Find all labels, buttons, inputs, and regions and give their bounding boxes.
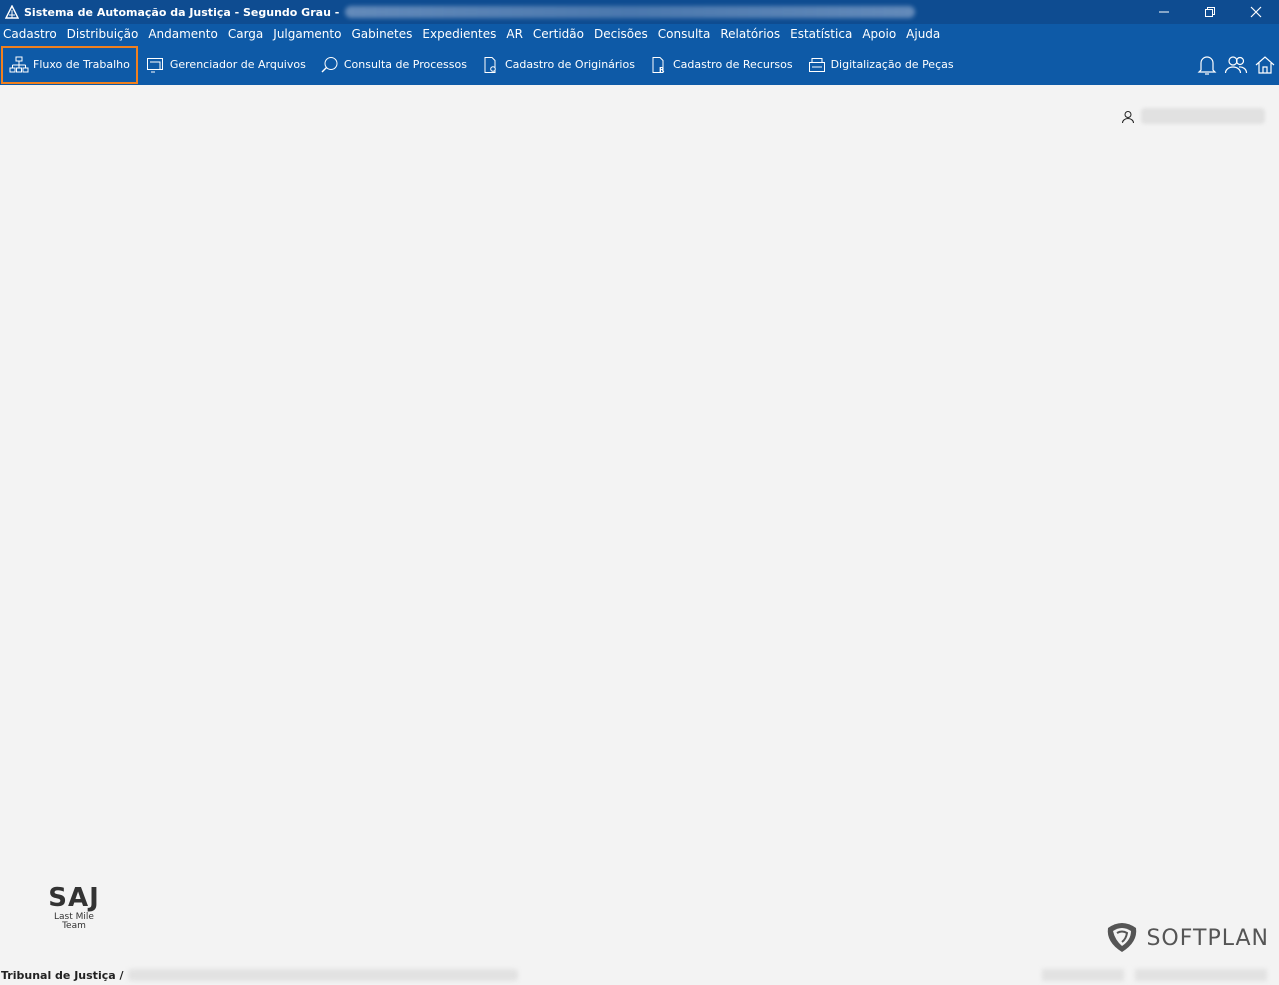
menu-bar: Cadastro Distribuição Andamento Carga Ju… <box>0 24 1279 44</box>
digitalizacao-de-pecas-button[interactable]: Digitalização de Peças <box>801 46 960 84</box>
bell-icon[interactable] <box>1192 50 1221 80</box>
consulta-de-processos-button[interactable]: Consulta de Processos <box>314 46 473 84</box>
consulta-de-processos-label: Consulta de Processos <box>343 58 467 71</box>
search-process-icon <box>320 55 340 75</box>
saj-subtitle-2: Team <box>62 921 86 931</box>
menu-ajuda[interactable]: Ajuda <box>906 27 940 41</box>
minimize-icon[interactable] <box>1141 0 1187 24</box>
status-right-redacted-2 <box>1135 969 1267 981</box>
softplan-logo: SOFTPLAN <box>1104 918 1269 958</box>
scanner-icon <box>807 55 827 75</box>
cadastro-de-recursos-button[interactable]: R Cadastro de Recursos <box>643 46 799 84</box>
cadastro-de-originarios-button[interactable]: Cadastro de Originários <box>475 46 641 84</box>
status-bar: Tribunal de Justiça / <box>0 965 1279 985</box>
workflow-icon <box>9 55 29 75</box>
gerenciador-de-arquivos-button[interactable]: Gerenciador de Arquivos <box>140 46 312 84</box>
menu-consulta[interactable]: Consulta <box>658 27 711 41</box>
close-icon[interactable] <box>1233 0 1279 24</box>
gerenciador-de-arquivos-label: Gerenciador de Arquivos <box>169 58 306 71</box>
logged-user <box>1121 108 1265 124</box>
window-controls <box>1141 0 1279 24</box>
status-court-redacted <box>127 969 518 981</box>
menu-certidao[interactable]: Certidão <box>533 27 584 41</box>
menu-expedientes[interactable]: Expedientes <box>422 27 496 41</box>
menu-decisoes[interactable]: Decisões <box>594 27 648 41</box>
home-icon[interactable] <box>1250 50 1279 80</box>
cadastro-de-originarios-label: Cadastro de Originários <box>504 58 635 71</box>
window-title-redacted <box>345 6 916 18</box>
softplan-mark-icon <box>1104 918 1140 958</box>
cadastro-de-recursos-label: Cadastro de Recursos <box>672 58 793 71</box>
softplan-wordmark: SOFTPLAN <box>1146 925 1269 951</box>
window-title: Sistema de Automação da Justiça - Segund… <box>24 5 340 19</box>
digitalizacao-de-pecas-label: Digitalização de Peças <box>830 58 954 71</box>
menu-relatorios[interactable]: Relatórios <box>720 27 780 41</box>
user-icon <box>1121 109 1135 124</box>
menu-apoio[interactable]: Apoio <box>862 27 896 41</box>
saj-logo: SAJ Last Mile Team <box>44 883 104 931</box>
originals-icon <box>481 55 501 75</box>
fluxo-de-trabalho-label: Fluxo de Trabalho <box>33 58 130 71</box>
menu-andamento[interactable]: Andamento <box>148 27 218 41</box>
saj-mark: SAJ <box>48 883 100 913</box>
menu-cadastro[interactable]: Cadastro <box>3 27 57 41</box>
status-right-redacted-1 <box>1042 969 1124 981</box>
menu-estatistica[interactable]: Estatística <box>790 27 852 41</box>
app-logo-icon <box>4 4 20 20</box>
status-court-text: Tribunal de Justiça / <box>1 968 124 982</box>
user-name-redacted <box>1141 108 1265 124</box>
appeals-icon: R <box>649 55 669 75</box>
menu-distribuicao[interactable]: Distribuição <box>67 27 139 41</box>
fluxo-de-trabalho-button[interactable]: Fluxo de Trabalho <box>1 45 138 84</box>
file-manager-icon <box>146 55 166 75</box>
toolbar: Fluxo de Trabalho Gerenciador de Arquivo… <box>0 44 1279 85</box>
menu-carga[interactable]: Carga <box>228 27 263 41</box>
menu-ar[interactable]: AR <box>506 27 523 41</box>
svg-text:R: R <box>659 66 665 74</box>
users-icon[interactable] <box>1221 50 1250 80</box>
restore-icon[interactable] <box>1187 0 1233 24</box>
title-bar: Sistema de Automação da Justiça - Segund… <box>0 0 1279 24</box>
menu-julgamento[interactable]: Julgamento <box>273 27 341 41</box>
menu-gabinetes[interactable]: Gabinetes <box>351 27 412 41</box>
toolbar-right-actions <box>1192 44 1279 85</box>
